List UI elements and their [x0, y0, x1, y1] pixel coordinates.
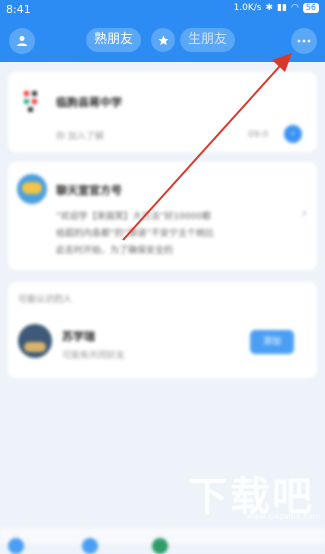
- watermark-url: www.xiazaiba.com: [246, 512, 321, 521]
- card-text-line-1: “欢迎学【来搞笑】大方法”好10000都: [56, 212, 211, 222]
- status-time: 8:41: [6, 3, 31, 16]
- wifi-icon: ◠: [290, 3, 299, 13]
- star-button[interactable]: [151, 28, 175, 52]
- more-dots-icon: [297, 39, 311, 43]
- official-avatar: [17, 174, 47, 204]
- card-subtitle: 你 加入了解: [56, 132, 104, 142]
- star-icon: [157, 34, 169, 45]
- card-action-button[interactable]: ›: [284, 125, 302, 143]
- feed-card-school[interactable]: 临朐县蒋中学 你 加入了解 09:0 ›: [8, 72, 317, 152]
- nav-home-icon[interactable]: [8, 538, 24, 554]
- nav-discover-icon[interactable]: [152, 538, 168, 554]
- network-speed: 1.0K/s: [233, 3, 262, 13]
- status-bar: 8:41 1.0K/s ✱ ▮▮ ◠ 56: [0, 0, 325, 20]
- add-friend-button[interactable]: 添加: [250, 330, 294, 354]
- suggested-friends-card: 可能认识的人 苏学瑞 可能有共同好友 添加: [8, 282, 317, 378]
- card-title: 临朐县蒋中学: [56, 96, 122, 109]
- more-button[interactable]: [291, 28, 317, 54]
- person-subtitle: 可能有共同好友: [62, 351, 126, 361]
- feed-card-official[interactable]: 聊天室官方号 “欢迎学【来搞笑】大方法”好10000都 给超的内各都”的“那道”…: [8, 162, 317, 270]
- school-logo-icon: [20, 88, 46, 114]
- battery-icon: 56: [302, 3, 319, 13]
- person-icon: [17, 36, 27, 46]
- card-text-line-2: 给超的内各都”的“那道”不安宁主个她比: [56, 229, 214, 239]
- bottom-nav: [0, 528, 325, 554]
- profile-button[interactable]: [9, 28, 35, 54]
- signal-icon: ▮▮: [277, 3, 287, 13]
- card-title: 聊天室官方号: [56, 184, 122, 197]
- status-right: 1.0K/s ✱ ▮▮ ◠ 56: [234, 3, 319, 13]
- person-name: 苏学瑞: [62, 330, 95, 343]
- tab-stranger-friends[interactable]: 生朋友: [180, 28, 236, 52]
- nav-messages-icon[interactable]: [82, 538, 98, 554]
- tab-familiar-friends[interactable]: 熟朋友: [86, 28, 142, 52]
- bluetooth-icon: ✱: [265, 3, 274, 13]
- person-avatar[interactable]: [18, 324, 52, 358]
- section-label: 可能认识的人: [18, 295, 73, 305]
- top-bar: 熟朋友 生朋友: [0, 20, 325, 62]
- card-text-line-3: 此名时开始，为了确保安全的: [56, 246, 174, 256]
- card-time: 09:0: [248, 130, 269, 140]
- chevron-right-icon: ›: [301, 206, 307, 221]
